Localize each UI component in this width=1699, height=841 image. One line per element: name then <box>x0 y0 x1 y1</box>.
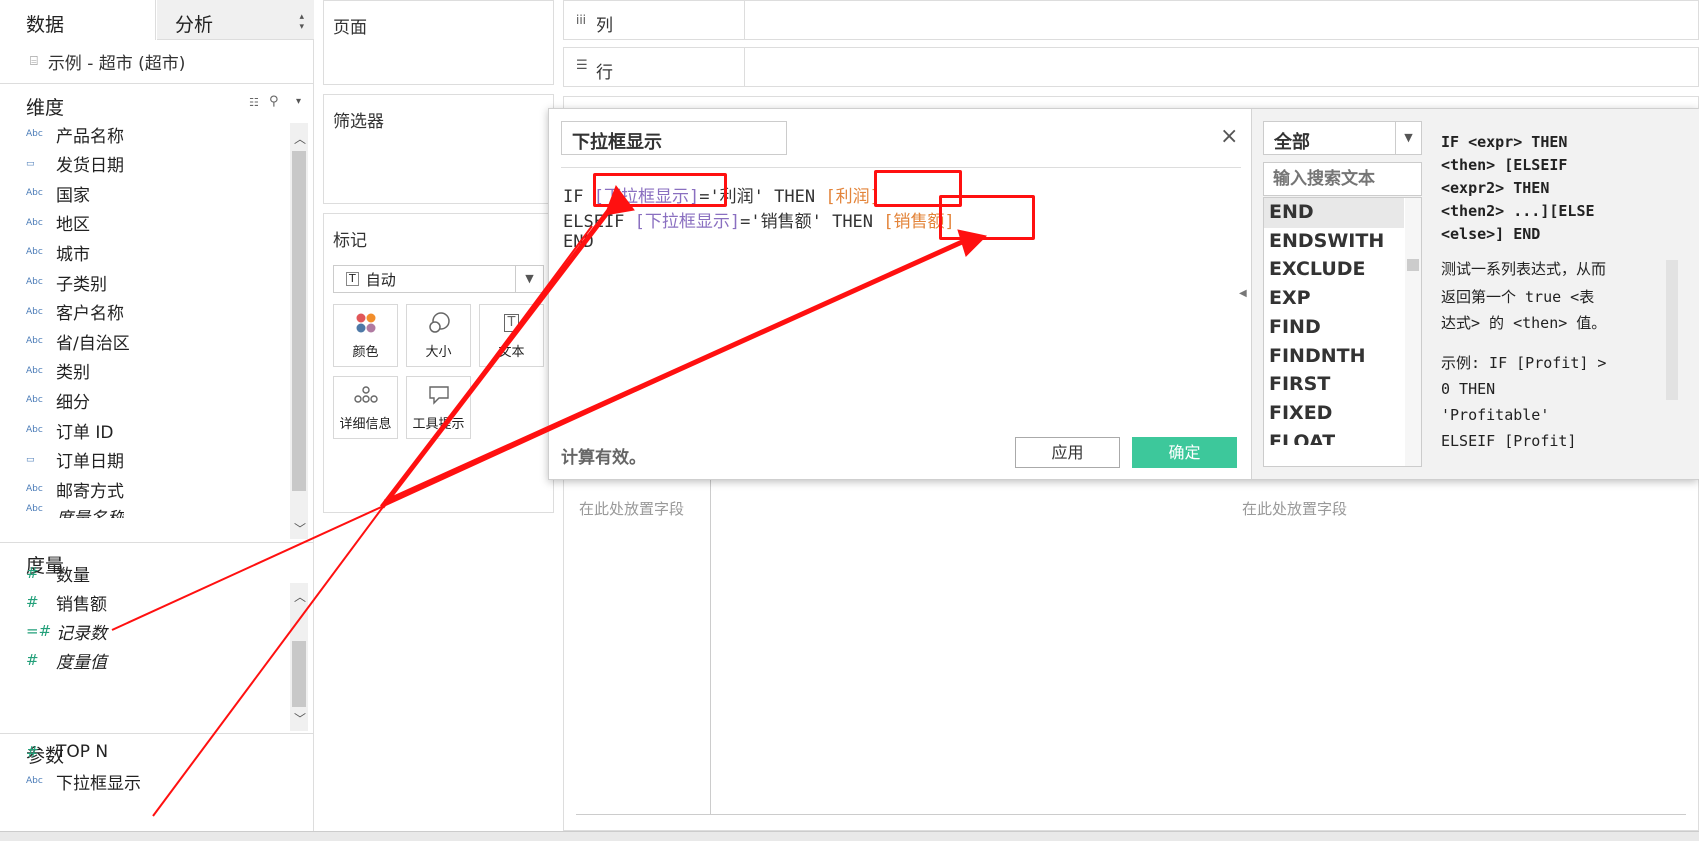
annotation-arrows <box>111 184 988 817</box>
